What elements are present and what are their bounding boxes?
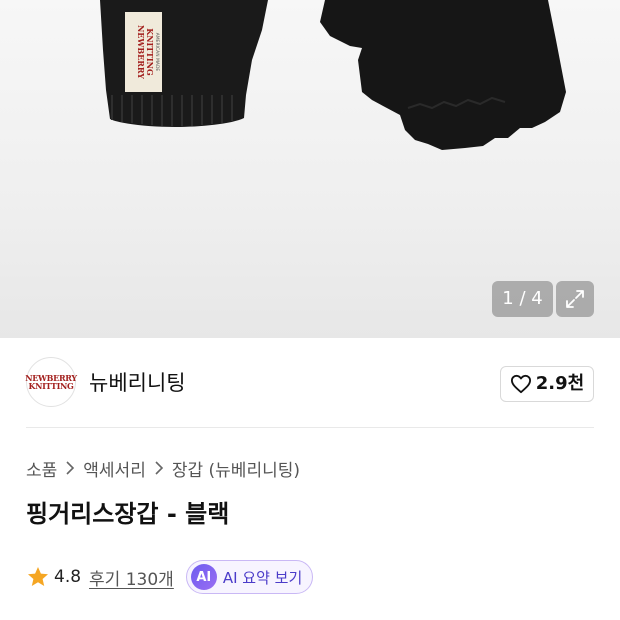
breadcrumb-item-accessories-root[interactable]: 소품 (26, 456, 57, 481)
heart-icon (510, 374, 531, 394)
like-button[interactable]: 2.9천 (500, 366, 594, 402)
svg-text:KNITTING: KNITTING (145, 28, 155, 76)
ai-summary-label: AI 요약 보기 (222, 568, 303, 587)
ai-badge-icon: AI (190, 564, 217, 590)
reviews-link[interactable]: 후기 130개 (89, 565, 174, 590)
ai-summary-button[interactable]: AI AI 요약 보기 (185, 560, 314, 594)
breadcrumb-item-gloves[interactable]: 장갑 (뉴베리니팅) (172, 456, 300, 481)
brand-name-link[interactable]: 뉴베리니팅 (89, 368, 186, 398)
brand-logo[interactable]: NEWBERRY KNITTING (25, 357, 77, 407)
product-title: 핑거리스장갑 - 블랙 (26, 500, 230, 528)
star-icon (28, 567, 48, 586)
brand-logo-line2: KNITTING (28, 381, 74, 391)
chevron-right-icon (65, 461, 75, 475)
breadcrumb: 소품 액세서리 장갑 (뉴베리니팅) (26, 455, 300, 481)
svg-text:AMERICAN MADE: AMERICAN MADE (154, 33, 160, 72)
fullscreen-button[interactable] (556, 281, 594, 317)
rating-row: 4.8 후기 130개 AI AI 요약 보기 (26, 560, 314, 594)
divider (26, 427, 594, 428)
product-image-gallery[interactable]: NEWBERRY KNITTING AMERICAN MADE 1 / 4 (0, 0, 620, 338)
expand-icon (566, 290, 584, 308)
gallery-page-counter: 1 / 4 (492, 281, 553, 317)
breadcrumb-item-accessory[interactable]: 액세서리 (83, 456, 146, 481)
like-count: 2.9천 (535, 373, 585, 394)
brand-row: NEWBERRY KNITTING 뉴베리니팅 2.9천 (0, 338, 620, 428)
chevron-right-icon (154, 461, 164, 475)
svg-text:NEWBERRY: NEWBERRY (136, 25, 146, 79)
rating-score: 4.8 (54, 567, 82, 587)
